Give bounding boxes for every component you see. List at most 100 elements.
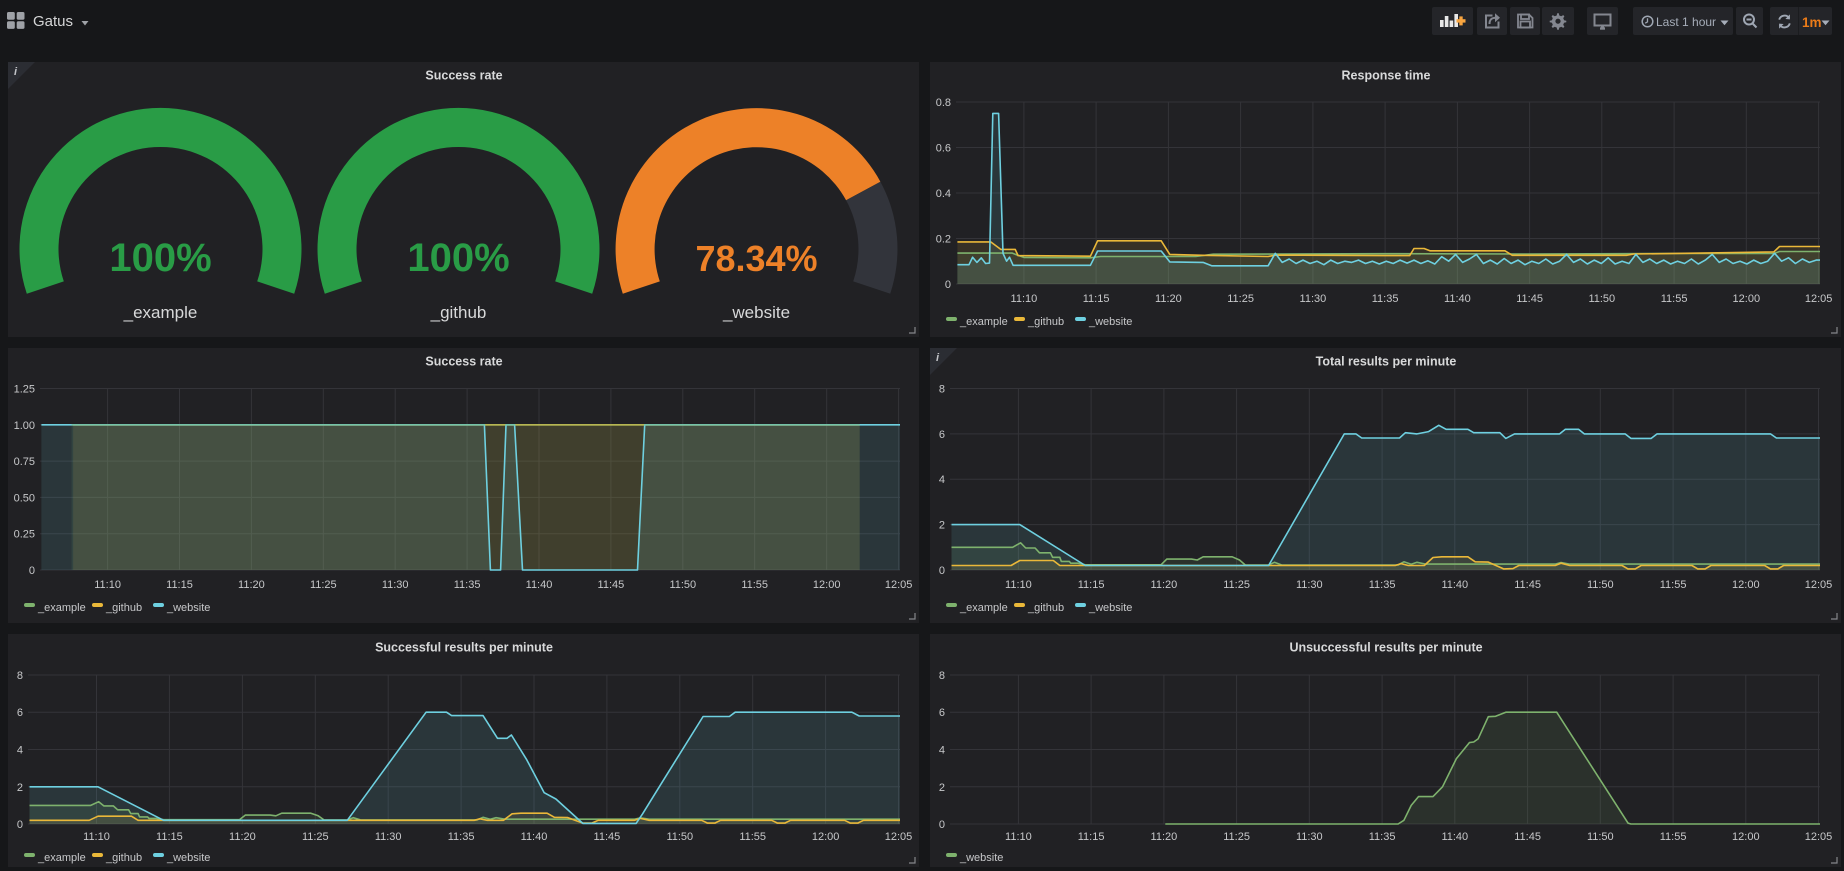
- svg-text:6: 6: [939, 707, 945, 719]
- svg-text:11:50: 11:50: [669, 579, 696, 591]
- svg-text:12:05: 12:05: [885, 831, 913, 843]
- svg-text:2: 2: [939, 520, 945, 532]
- svg-text:11:50: 11:50: [1588, 293, 1615, 305]
- svg-text:11:40: 11:40: [1444, 293, 1471, 305]
- svg-text:11:50: 11:50: [1587, 831, 1614, 843]
- svg-text:11:55: 11:55: [1661, 293, 1688, 305]
- svg-text:11:15: 11:15: [1083, 293, 1110, 305]
- svg-text:_website: _website: [959, 852, 1003, 864]
- svg-text:0.6: 0.6: [936, 143, 951, 155]
- svg-text:4: 4: [17, 745, 23, 757]
- svg-text:11:45: 11:45: [1516, 293, 1543, 305]
- svg-text:100%: 100%: [407, 236, 509, 280]
- svg-text:11:15: 11:15: [1078, 831, 1105, 843]
- svg-text:11:45: 11:45: [1514, 579, 1541, 591]
- svg-text:11:55: 11:55: [1660, 831, 1687, 843]
- svg-text:0: 0: [29, 565, 35, 577]
- svg-text:12:00: 12:00: [813, 579, 841, 591]
- svg-text:11:20: 11:20: [1151, 831, 1178, 843]
- svg-text:11:10: 11:10: [1005, 579, 1032, 591]
- svg-text:0.25: 0.25: [14, 529, 35, 541]
- svg-text:0: 0: [17, 819, 23, 831]
- svg-text:_github: _github: [1027, 316, 1064, 328]
- svg-text:8: 8: [939, 384, 945, 396]
- svg-text:8: 8: [17, 670, 23, 682]
- svg-text:6: 6: [17, 707, 23, 719]
- svg-text:12:05: 12:05: [1805, 579, 1833, 591]
- svg-text:2: 2: [939, 782, 945, 794]
- svg-text:4: 4: [939, 474, 945, 486]
- svg-text:0: 0: [939, 565, 945, 577]
- svg-text:2: 2: [17, 782, 23, 794]
- svg-text:11:40: 11:40: [526, 579, 553, 591]
- svg-text:Success rate: Success rate: [425, 69, 502, 83]
- svg-text:8: 8: [939, 670, 945, 682]
- svg-text:1.25: 1.25: [14, 384, 35, 396]
- svg-text:12:00: 12:00: [1732, 579, 1760, 591]
- svg-text:11:50: 11:50: [1587, 579, 1614, 591]
- svg-text:11:35: 11:35: [448, 831, 475, 843]
- svg-text:100%: 100%: [109, 236, 211, 280]
- svg-text:11:30: 11:30: [382, 579, 409, 591]
- svg-text:11:10: 11:10: [1005, 831, 1032, 843]
- svg-text:11:10: 11:10: [94, 579, 121, 591]
- svg-text:12:00: 12:00: [812, 831, 840, 843]
- svg-text:12:00: 12:00: [1733, 293, 1761, 305]
- svg-text:0: 0: [939, 819, 945, 831]
- svg-text:_website: _website: [1088, 316, 1132, 328]
- svg-text:6: 6: [939, 429, 945, 441]
- svg-text:11:55: 11:55: [739, 831, 766, 843]
- svg-text:12:05: 12:05: [1805, 293, 1833, 305]
- svg-text:_website: _website: [166, 852, 210, 864]
- svg-text:11:40: 11:40: [521, 831, 548, 843]
- svg-text:11:25: 11:25: [302, 831, 329, 843]
- svg-text:11:30: 11:30: [1296, 831, 1323, 843]
- svg-text:11:55: 11:55: [741, 579, 768, 591]
- svg-text:0: 0: [945, 279, 951, 291]
- svg-text:Response time: Response time: [1342, 69, 1431, 83]
- svg-text:11:15: 11:15: [156, 831, 183, 843]
- svg-text:11:40: 11:40: [1441, 831, 1468, 843]
- svg-text:11:25: 11:25: [1223, 579, 1250, 591]
- svg-text:Success rate: Success rate: [425, 355, 502, 369]
- svg-text:11:30: 11:30: [375, 831, 402, 843]
- svg-text:12:05: 12:05: [1805, 831, 1833, 843]
- svg-text:1.00: 1.00: [14, 420, 35, 432]
- svg-text:11:15: 11:15: [1078, 579, 1105, 591]
- svg-text:0.2: 0.2: [936, 234, 951, 246]
- svg-text:11:25: 11:25: [1223, 831, 1250, 843]
- svg-text:4: 4: [939, 745, 945, 757]
- svg-text:Unsuccessful results per minut: Unsuccessful results per minute: [1289, 641, 1482, 655]
- svg-text:_website: _website: [166, 602, 210, 614]
- svg-text:11:55: 11:55: [1660, 579, 1687, 591]
- svg-text:0.4: 0.4: [936, 188, 951, 200]
- svg-text:_example: _example: [123, 303, 198, 322]
- svg-text:11:10: 11:10: [83, 831, 110, 843]
- svg-text:11:25: 11:25: [1227, 293, 1254, 305]
- svg-text:11:10: 11:10: [1011, 293, 1038, 305]
- svg-text:11:25: 11:25: [310, 579, 337, 591]
- svg-text:12:00: 12:00: [1732, 831, 1760, 843]
- svg-text:0.75: 0.75: [14, 456, 35, 468]
- svg-text:11:35: 11:35: [1369, 579, 1396, 591]
- svg-text:0.8: 0.8: [936, 97, 951, 109]
- svg-text:_example: _example: [37, 852, 86, 864]
- svg-text:_website: _website: [722, 303, 790, 322]
- svg-text:12:05: 12:05: [885, 579, 913, 591]
- svg-text:_github: _github: [430, 303, 487, 322]
- svg-text:_website: _website: [1088, 602, 1132, 614]
- svg-text:78.34%: 78.34%: [695, 238, 817, 279]
- svg-text:_example: _example: [37, 602, 86, 614]
- svg-text:0.50: 0.50: [14, 492, 35, 504]
- svg-text:11:20: 11:20: [1151, 579, 1178, 591]
- svg-text:11:45: 11:45: [1514, 831, 1541, 843]
- svg-text:11:30: 11:30: [1296, 579, 1323, 591]
- svg-text:11:15: 11:15: [166, 579, 193, 591]
- svg-text:11:35: 11:35: [1372, 293, 1399, 305]
- svg-text:_github: _github: [1027, 602, 1064, 614]
- svg-text:11:30: 11:30: [1300, 293, 1327, 305]
- svg-text:Total results per minute: Total results per minute: [1316, 355, 1457, 369]
- svg-text:11:40: 11:40: [1441, 579, 1468, 591]
- svg-text:11:20: 11:20: [1155, 293, 1182, 305]
- svg-text:11:50: 11:50: [666, 831, 693, 843]
